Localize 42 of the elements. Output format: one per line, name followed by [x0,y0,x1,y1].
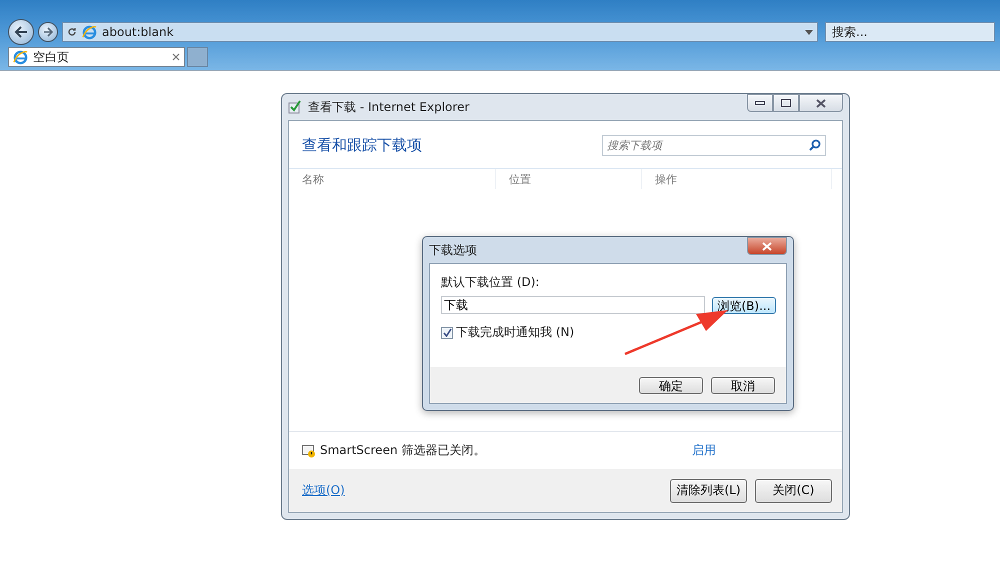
dialog-button[interactable]: 关闭(C) [755,478,832,502]
location-field[interactable]: 下载 [441,296,705,314]
close-icon [762,242,772,250]
column-header[interactable]: 操作 [642,169,832,189]
close-button[interactable] [799,94,843,112]
back-arrow-icon [14,26,28,38]
dialog-title: 下载选项 [429,242,478,258]
dialog-button[interactable]: 取消 [711,376,775,394]
dropdown-icon[interactable] [805,30,813,34]
close-icon [816,98,826,108]
shield-warning-icon [302,444,316,458]
ie-icon [13,50,28,64]
notify-label: 下载完成时通知我 (N) [456,324,574,341]
download-check-icon [288,100,302,114]
checkbox[interactable] [441,326,453,338]
downloads-heading: 查看和跟踪下载项 [302,136,422,155]
ie-icon [82,24,97,40]
smartscreen-message: SmartScreen 筛选器已关闭。 [320,442,486,459]
search-icon[interactable] [809,139,821,151]
minimize-icon [755,101,765,105]
browse-button[interactable]: 浏览(B)... [712,296,776,314]
maximize-icon [781,99,791,107]
dialog-button[interactable]: 确定 [639,376,703,394]
column-header[interactable]: 位置 [496,169,642,189]
dialog-button[interactable]: 清除列表(L) [670,478,747,502]
location-label: 默认下载位置 (D): [441,274,540,291]
enable-link[interactable]: 启用 [692,442,716,459]
back-button[interactable] [8,19,34,45]
close-button[interactable] [747,237,787,255]
address-bar[interactable]: about:blank [62,22,818,42]
browser-tab[interactable]: 空白页 [8,47,185,67]
forward-button[interactable] [38,22,58,42]
forward-arrow-icon [43,27,53,37]
search-field[interactable]: 搜索... [825,22,995,42]
search-field[interactable]: 搜索下载项 [602,135,826,156]
close-icon[interactable] [172,53,180,61]
column-header[interactable]: 名称 [289,169,496,189]
refresh-icon[interactable] [67,27,77,37]
maximize-button[interactable] [773,94,799,112]
minimize-button[interactable] [747,94,773,112]
window-title: 查看下载 - Internet Explorer [308,98,470,116]
options-link[interactable]: 选项(O) [302,482,345,499]
